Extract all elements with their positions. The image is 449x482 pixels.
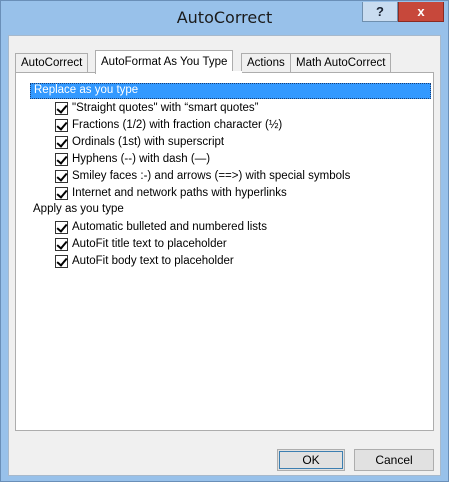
checkbox-ordinals[interactable] (55, 136, 68, 149)
option-hyperlinks[interactable]: Internet and network paths with hyperlin… (28, 185, 432, 201)
option-label: Fractions (1/2) with fraction character … (72, 119, 283, 131)
active-tab-joiner (100, 71, 242, 74)
help-button[interactable]: ? (362, 2, 398, 22)
option-label: Hyphens (--) with dash (—) (72, 153, 211, 165)
option-autofit-title[interactable]: AutoFit title text to placeholder (28, 236, 432, 252)
tab-actions[interactable]: Actions (241, 53, 291, 73)
options-tree: Replace as you type "Straight quotes" wi… (28, 83, 432, 269)
option-fractions[interactable]: Fractions (1/2) with fraction character … (28, 117, 432, 133)
replace-as-you-type-header[interactable]: Replace as you type (30, 83, 431, 99)
checkbox-hyphens[interactable] (55, 153, 68, 166)
option-smiley-faces[interactable]: Smiley faces :-) and arrows (==>) with s… (28, 168, 432, 184)
option-label: Ordinals (1st) with superscript (72, 136, 225, 148)
checkbox-smart-quotes[interactable] (55, 102, 68, 115)
option-smart-quotes[interactable]: "Straight quotes" with “smart quotes” (28, 100, 432, 116)
option-label: Internet and network paths with hyperlin… (72, 187, 287, 199)
option-bulleted-lists[interactable]: Automatic bulleted and numbered lists (28, 219, 432, 235)
title-bar[interactable]: AutoCorrect ? x (1, 1, 448, 35)
option-label: "Straight quotes" with “smart quotes” (72, 102, 259, 114)
ok-button-label: OK (302, 453, 320, 467)
option-autofit-body[interactable]: AutoFit body text to placeholder (28, 253, 432, 269)
close-button[interactable]: x (398, 2, 444, 22)
checkbox-bulleted-lists[interactable] (55, 221, 68, 234)
ok-button[interactable]: OK (277, 449, 345, 471)
option-ordinals[interactable]: Ordinals (1st) with superscript (28, 134, 432, 150)
option-label: AutoFit body text to placeholder (72, 255, 234, 267)
apply-as-you-type-header[interactable]: Apply as you type (28, 202, 432, 218)
checkbox-smiley-faces[interactable] (55, 170, 68, 183)
tab-math-autocorrect[interactable]: Math AutoCorrect (290, 53, 392, 73)
checkbox-hyperlinks[interactable] (55, 187, 68, 200)
option-hyphens[interactable]: Hyphens (--) with dash (—) (28, 151, 432, 167)
checkbox-autofit-body[interactable] (55, 255, 68, 268)
checkbox-fractions[interactable] (55, 119, 68, 132)
checkbox-autofit-title[interactable] (55, 238, 68, 251)
cancel-button[interactable]: Cancel (354, 449, 434, 471)
tab-autocorrect[interactable]: AutoCorrect (15, 53, 89, 73)
option-label: Automatic bulleted and numbered lists (72, 221, 267, 233)
option-label: AutoFit title text to placeholder (72, 238, 227, 250)
option-label: Smiley faces :-) and arrows (==>) with s… (72, 170, 351, 182)
